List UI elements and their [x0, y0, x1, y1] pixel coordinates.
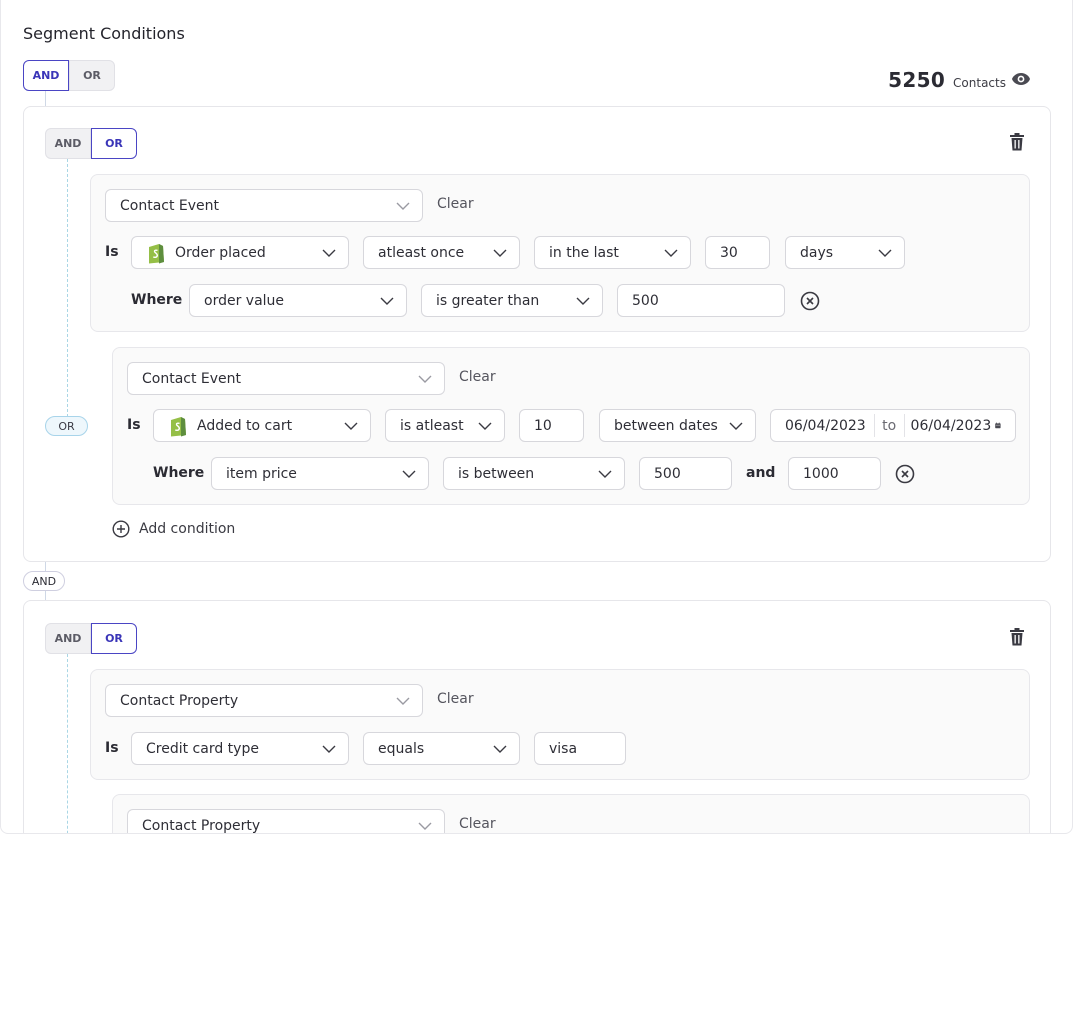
- trash-icon[interactable]: [1009, 133, 1025, 151]
- condition-card: Contact Event Clear Is Added to cart is …: [112, 347, 1030, 505]
- is-label: Is: [105, 740, 119, 756]
- group-or-option[interactable]: OR: [91, 128, 137, 159]
- is-label: Is: [127, 417, 141, 433]
- where-label: Where: [153, 465, 205, 481]
- condition-card: Contact Property Clear Is Credit card ty…: [90, 669, 1030, 780]
- root-connector-line: [45, 91, 46, 107]
- time-operator-select[interactable]: between dates: [599, 409, 756, 442]
- trash-icon[interactable]: [1009, 628, 1025, 646]
- group-and-option[interactable]: AND: [45, 128, 91, 159]
- condition-group: AND OR Contact Property Clear Is Credit …: [23, 600, 1051, 833]
- property-select[interactable]: Credit card type: [131, 732, 349, 765]
- shopify-icon: [171, 416, 186, 436]
- clear-link[interactable]: Clear: [437, 691, 474, 707]
- segment-conditions-panel: Segment Conditions AND OR 5250 Contacts …: [0, 0, 1073, 834]
- root-or-option[interactable]: OR: [69, 60, 115, 91]
- is-label: Is: [105, 244, 119, 260]
- filter-value-to-input[interactable]: 1000: [788, 457, 881, 490]
- or-connector-line: [67, 159, 68, 417]
- contacts-count: 5250 Contacts: [888, 68, 1006, 92]
- date-to[interactable]: 06/04/2023: [905, 418, 996, 434]
- group-connector-and: AND: [23, 571, 65, 591]
- or-connector-line: [67, 654, 68, 833]
- condition-type-select[interactable]: Contact Property: [127, 809, 445, 833]
- shopify-icon: [149, 243, 164, 263]
- clear-link[interactable]: Clear: [459, 816, 496, 832]
- group-logic-toggle: AND OR: [45, 623, 137, 654]
- calendar-icon[interactable]: [995, 418, 1001, 433]
- clear-link[interactable]: Clear: [459, 369, 496, 385]
- add-condition-button[interactable]: Add condition: [112, 520, 235, 538]
- filter-value-from-input[interactable]: 500: [639, 457, 732, 490]
- contacts-label: Contacts: [953, 76, 1006, 90]
- where-label: Where: [131, 292, 183, 308]
- condition-type-select[interactable]: Contact Event: [105, 189, 423, 222]
- root-logic-toggle: AND OR: [23, 60, 115, 91]
- page-title: Segment Conditions: [23, 24, 185, 43]
- clear-link[interactable]: Clear: [437, 196, 474, 212]
- and-label: and: [746, 465, 776, 481]
- contacts-number: 5250: [888, 68, 946, 92]
- filter-field-select[interactable]: order value: [189, 284, 407, 317]
- date-range-picker[interactable]: 06/04/2023 to 06/04/2023: [770, 409, 1016, 442]
- condition-card: Contact Property Clear: [112, 794, 1030, 833]
- unit-select[interactable]: days: [785, 236, 905, 269]
- value-input[interactable]: visa: [534, 732, 626, 765]
- plus-circle-icon: [112, 520, 130, 538]
- filter-value-input[interactable]: 500: [617, 284, 785, 317]
- remove-filter-icon[interactable]: [800, 291, 820, 311]
- date-from[interactable]: 06/04/2023: [771, 418, 874, 434]
- amount-input[interactable]: 30: [705, 236, 770, 269]
- filter-operator-select[interactable]: is greater than: [421, 284, 603, 317]
- event-select[interactable]: Order placed: [131, 236, 349, 269]
- frequency-select[interactable]: is atleast: [385, 409, 505, 442]
- group-or-option[interactable]: OR: [91, 623, 137, 654]
- date-to-label: to: [882, 417, 897, 434]
- condition-type-select[interactable]: Contact Property: [105, 684, 423, 717]
- condition-group: AND OR OR Contact Event Clear Is Order p…: [23, 106, 1051, 562]
- operator-select[interactable]: equals: [363, 732, 520, 765]
- group-logic-toggle: AND OR: [45, 128, 137, 159]
- condition-connector-or: OR: [45, 416, 88, 436]
- frequency-select[interactable]: atleast once: [363, 236, 520, 269]
- event-select[interactable]: Added to cart: [153, 409, 371, 442]
- group-and-option[interactable]: AND: [45, 623, 91, 654]
- add-condition-label: Add condition: [139, 521, 236, 537]
- condition-type-select[interactable]: Contact Event: [127, 362, 445, 395]
- root-and-option[interactable]: AND: [23, 60, 69, 91]
- remove-filter-icon[interactable]: [895, 464, 915, 484]
- amount-input[interactable]: 10: [519, 409, 584, 442]
- time-operator-select[interactable]: in the last: [534, 236, 691, 269]
- eye-icon[interactable]: [1011, 71, 1031, 87]
- condition-card: Contact Event Clear Is Order placed atle…: [90, 174, 1030, 332]
- filter-operator-select[interactable]: is between: [443, 457, 625, 490]
- filter-field-select[interactable]: item price: [211, 457, 429, 490]
